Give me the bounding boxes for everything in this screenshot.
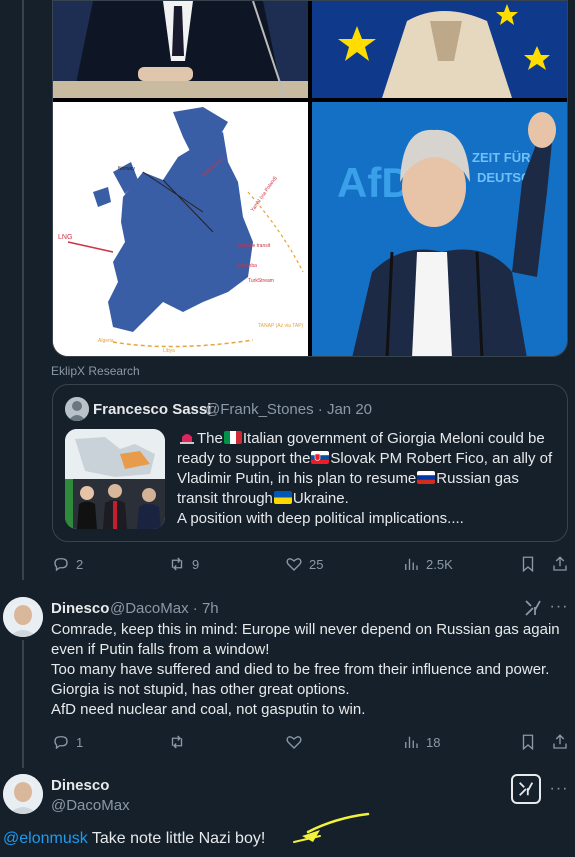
reply-author-handle[interactable]: @DacoMax <box>110 600 189 617</box>
reply-action-bar: 1 18 <box>52 732 568 752</box>
quote-line-2b: Slovak PM Robert Fico, an ally of <box>330 450 553 467</box>
share-button[interactable] <box>551 732 569 752</box>
reply-icon <box>54 736 68 750</box>
more-options-icon[interactable]: ··· <box>549 599 569 620</box>
share-icon <box>553 556 567 571</box>
reply-line: Too many have suffered and died to be fr… <box>51 661 550 678</box>
map-label-norway: Norway <box>118 166 135 172</box>
repost-button[interactable] <box>168 732 192 752</box>
grok-icon[interactable] <box>523 598 543 618</box>
quote-author-meta: @Frank_Stones · Jan 20 <box>205 401 372 418</box>
grok-button[interactable] <box>511 774 541 804</box>
reply-button[interactable]: 1 <box>52 732 83 752</box>
quote-line-3: Vladimir Putin, in his plan to resume <box>177 470 417 487</box>
quote-line-1a: The <box>197 430 223 447</box>
bookmark-button[interactable] <box>519 732 537 752</box>
quote-line-1b: Italian government of Giorgia Meloni cou… <box>242 430 545 447</box>
quote-text: The Italian government of Giorgia Meloni … <box>177 429 562 529</box>
italy-flag-icon <box>223 431 242 444</box>
avatar[interactable] <box>3 774 43 814</box>
afd-sign-text: AfD <box>337 159 412 206</box>
map-label-libya: Libya <box>163 348 175 354</box>
russia-flag-icon <box>417 471 436 484</box>
banner-text-1: ZEIT FÜR <box>472 150 531 165</box>
reply-count: 1 <box>76 734 84 750</box>
main-reply-text: @elonmusk Take note little Nazi boy! <box>3 830 265 848</box>
photo-woman-eu-flag[interactable] <box>312 1 567 98</box>
siren-icon <box>178 431 196 444</box>
main-reply-body: Take note little Nazi boy! <box>87 830 266 847</box>
bookmark-button[interactable] <box>519 554 537 574</box>
like-button[interactable] <box>285 732 309 752</box>
reply-line: AfD need nuclear and coal, not gasputin … <box>51 701 366 718</box>
more-options-icon[interactable]: ··· <box>549 781 569 802</box>
reply-icon <box>54 558 68 572</box>
reply-count: 2 <box>76 556 84 572</box>
media-grid[interactable]: Norway LNG Algeria Libya Ukraine transit… <box>52 0 568 357</box>
views-icon <box>405 736 418 748</box>
quote-line-2a: ready to support the <box>177 450 311 467</box>
map-label-turkstream: TurkStream <box>248 278 274 284</box>
mention-link[interactable]: @elonmusk <box>3 830 88 847</box>
main-reply-author-name[interactable]: Dinesco <box>51 777 109 794</box>
repost-icon <box>171 557 183 571</box>
map-label-tanap: TANAP (Az via TAP) <box>258 323 304 329</box>
repost-count: 9 <box>192 556 200 572</box>
reply-author-name[interactable]: Dinesco <box>51 600 109 617</box>
europe-gas-map[interactable]: Norway LNG Algeria Libya Ukraine transit… <box>53 102 308 356</box>
views-button[interactable]: 2.5K <box>402 554 453 574</box>
main-reply-author-handle[interactable]: @DacoMax <box>51 797 130 814</box>
thread-line <box>22 640 24 768</box>
quote-date[interactable]: Jan 20 <box>327 401 372 418</box>
bookmark-icon <box>522 734 534 751</box>
map-label-druzhba: Druzhba <box>238 263 257 269</box>
photo-woman-afd-stage[interactable]: AfD ZEIT FÜR DEUTSCH <box>312 102 567 356</box>
heart-icon <box>286 736 302 749</box>
photo-man-at-desk[interactable] <box>53 1 308 98</box>
ukraine-flag-icon <box>273 491 292 504</box>
avatar[interactable] <box>3 597 43 637</box>
thread-line <box>22 0 24 580</box>
reply-line: Comrade, keep this in mind: Europe will … <box>51 621 560 638</box>
reply-line: even if Putin falls from a window! <box>51 641 270 658</box>
reply-author-meta: @DacoMax · 7h <box>110 600 219 617</box>
view-count: 2.5K <box>426 556 453 572</box>
reply-time[interactable]: 7h <box>202 600 219 617</box>
quote-line-3b: Russian gas <box>436 470 519 487</box>
views-button[interactable]: 18 <box>402 732 440 752</box>
share-icon <box>553 734 567 749</box>
like-count: 25 <box>309 556 324 572</box>
share-button[interactable] <box>551 554 569 574</box>
repost-button[interactable]: 9 <box>168 554 199 574</box>
quote-line-4a: transit through <box>177 490 273 507</box>
separator-dot: · <box>192 600 198 617</box>
reply-line: Giorgia is not stupid, has other great o… <box>51 681 350 698</box>
map-label-algeria: Algeria <box>98 338 114 344</box>
media-attribution: EklipX Research <box>51 364 140 378</box>
reply-button[interactable]: 2 <box>52 554 83 574</box>
repost-icon <box>171 735 183 749</box>
slovakia-flag-icon <box>311 451 330 464</box>
separator-dot: · <box>317 401 323 418</box>
like-button[interactable]: 25 <box>285 554 323 574</box>
map-label-lng: LNG <box>58 234 72 241</box>
quote-line-5: A position with deep political implicati… <box>177 510 464 527</box>
reply-text: Comrade, keep this in mind: Europe will … <box>51 620 566 720</box>
avatar[interactable] <box>65 397 89 421</box>
quote-author-name[interactable]: Francesco Sassi <box>93 401 211 418</box>
view-count: 18 <box>426 734 441 750</box>
heart-icon <box>286 558 302 571</box>
annotation-arrow <box>293 812 370 843</box>
grok-icon <box>519 782 534 796</box>
quote-line-4b: Ukraine. <box>292 490 349 507</box>
map-label-ukraine-transit: Ukraine transit <box>238 243 271 249</box>
quote-thumbnail[interactable] <box>65 429 165 529</box>
views-icon <box>405 558 418 570</box>
bookmark-icon <box>522 556 534 573</box>
tweet-action-bar: 2 9 25 2.5K <box>52 554 568 574</box>
quoted-tweet-card[interactable]: Francesco Sassi @Frank_Stones · Jan 20 T… <box>52 384 568 542</box>
quote-author-handle[interactable]: @Frank_Stones <box>205 401 314 418</box>
